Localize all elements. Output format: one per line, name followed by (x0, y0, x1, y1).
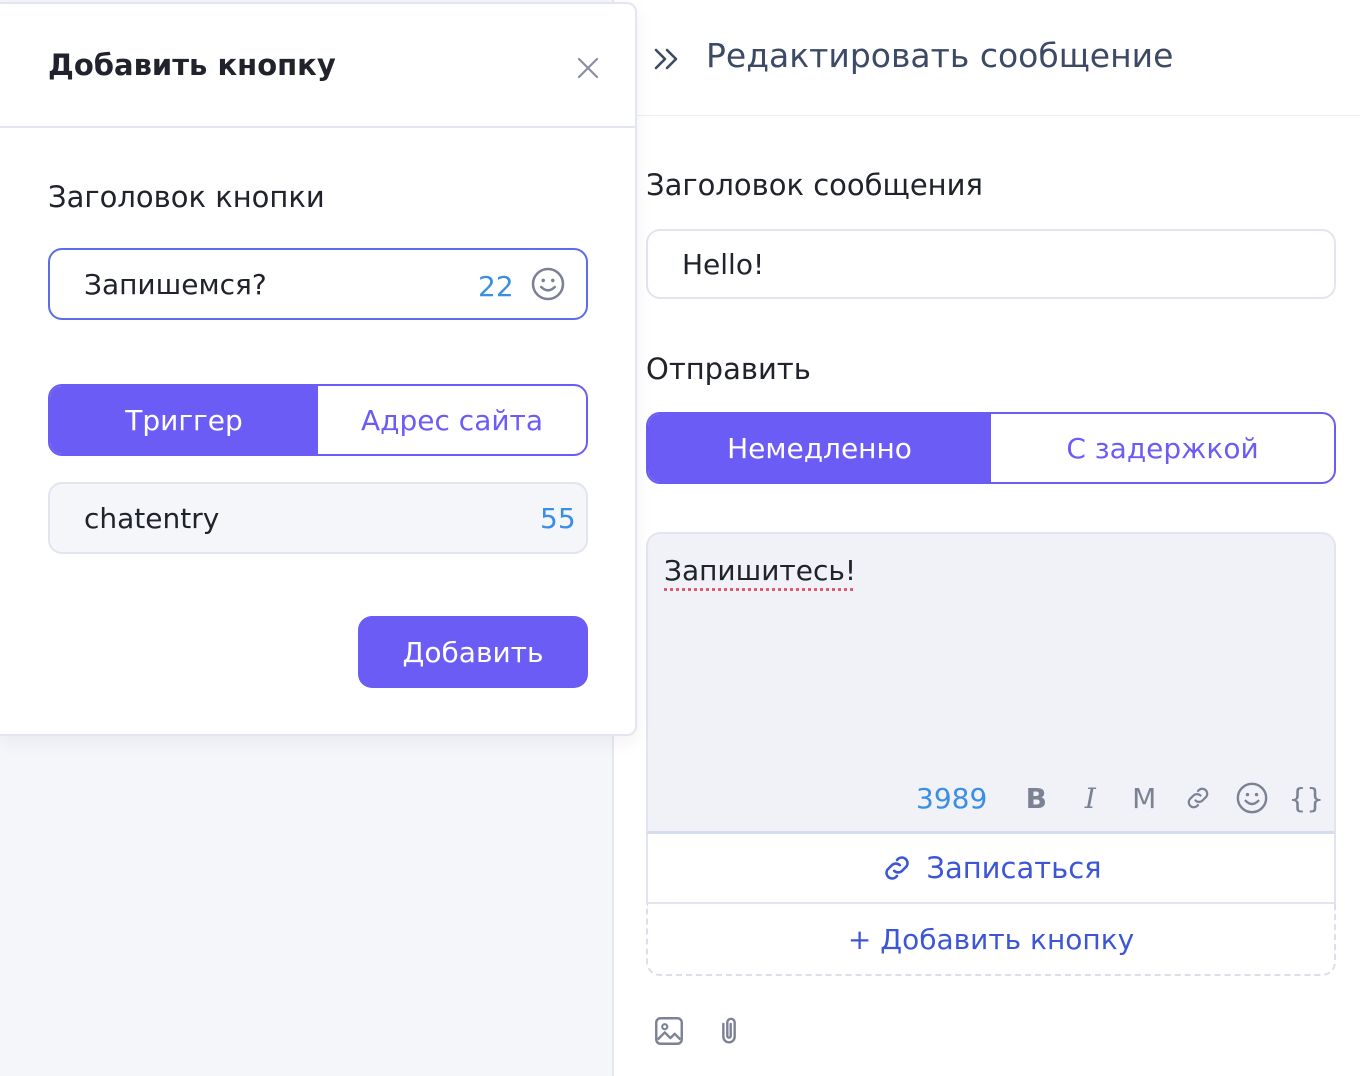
double-chevron-right-icon[interactable] (652, 44, 682, 74)
trigger-option[interactable]: Триггер (50, 386, 318, 454)
send-timing-toggle: Немедленно С задержкой (646, 412, 1336, 484)
italic-button[interactable]: I (1063, 778, 1117, 818)
link-icon (1187, 787, 1209, 809)
modal-title: Добавить кнопку (48, 48, 336, 82)
add-button-modal: Добавить кнопку Заголовок кнопки 22 Триг… (0, 2, 637, 736)
website-url-option[interactable]: Адрес сайта (318, 386, 586, 454)
add-button-link[interactable]: + Добавить кнопку (646, 904, 1336, 976)
button-title-counter: 22 (478, 270, 514, 303)
message-editor-panel: Редактировать сообщение Заголовок сообще… (612, 0, 1360, 1076)
message-char-counter: 3989 (916, 781, 988, 815)
smiley-icon[interactable] (530, 266, 566, 302)
insert-variable-button[interactable]: {} (1279, 778, 1333, 818)
paperclip-icon[interactable] (712, 1014, 746, 1048)
message-text-editor[interactable]: Запишитесь! 3989 B I M {} (646, 532, 1336, 834)
insert-link-button[interactable] (1171, 778, 1225, 818)
trigger-counter: 55 (540, 502, 576, 535)
message-button-item[interactable]: Записаться (646, 834, 1336, 904)
message-button-label: Записаться (926, 851, 1102, 885)
send-delayed-option[interactable]: С задержкой (991, 414, 1334, 482)
add-submit-button[interactable]: Добавить (358, 616, 588, 688)
monospace-button[interactable]: M (1117, 778, 1171, 818)
close-icon[interactable] (574, 54, 602, 82)
message-text[interactable]: Запишитесь! (664, 554, 856, 587)
image-icon[interactable] (652, 1014, 686, 1048)
message-title-label: Заголовок сообщения (646, 168, 983, 202)
attachment-toolbar (652, 1014, 746, 1048)
send-label: Отправить (646, 352, 811, 386)
button-type-toggle: Триггер Адрес сайта (48, 384, 588, 456)
send-immediately-option[interactable]: Немедленно (648, 414, 991, 482)
smiley-icon (1236, 782, 1268, 814)
trigger-input[interactable] (48, 482, 588, 554)
button-title-label: Заголовок кнопки (48, 180, 325, 214)
link-icon (885, 856, 910, 880)
editor-toolbar: 3989 B I M {} (916, 778, 1333, 818)
editor-title: Редактировать сообщение (706, 36, 1174, 75)
insert-emoji-button[interactable] (1225, 778, 1279, 818)
bold-button[interactable]: B (1009, 778, 1063, 818)
message-title-input[interactable] (646, 229, 1336, 299)
modal-header: Добавить кнопку (0, 4, 635, 128)
editor-header: Редактировать сообщение (614, 0, 1360, 116)
